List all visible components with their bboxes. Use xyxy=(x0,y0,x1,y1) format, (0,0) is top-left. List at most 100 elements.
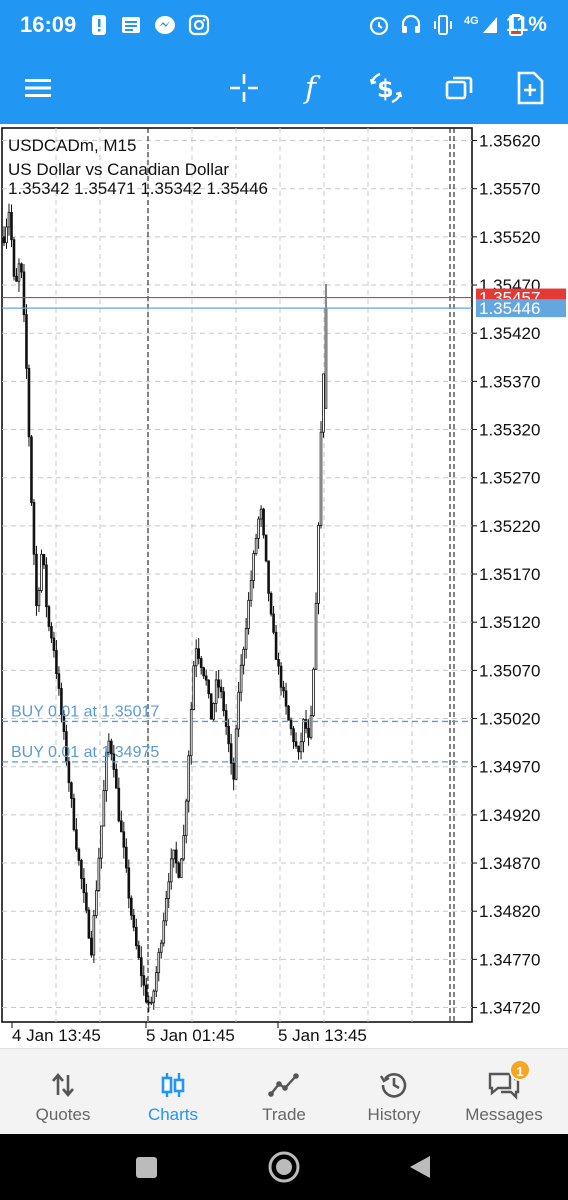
candle-body xyxy=(75,829,78,850)
candle-body xyxy=(294,741,298,747)
candle-body xyxy=(162,920,166,944)
chart-area[interactable]: 1.35620 1.35570 1.35520 1.35470 1.35420 1.353… xyxy=(0,124,568,1048)
nav-charts[interactable]: Charts xyxy=(118,1049,228,1135)
candle-body xyxy=(127,867,131,899)
history-icon xyxy=(379,1073,407,1098)
candle-body xyxy=(284,690,288,707)
candle-body xyxy=(132,914,136,928)
candle-body xyxy=(67,761,71,784)
alert-icon xyxy=(92,15,106,35)
candle-body xyxy=(194,648,198,667)
candle-body xyxy=(10,211,13,241)
candle-body xyxy=(115,769,118,789)
indicators-icon: f xyxy=(303,71,321,105)
candle-body xyxy=(40,554,43,591)
instagram-icon xyxy=(188,14,210,36)
chart-toolbar: f $ xyxy=(0,52,568,124)
candle-body xyxy=(192,665,196,710)
home-button[interactable] xyxy=(268,1151,300,1183)
back-icon xyxy=(410,1156,430,1178)
candle-body xyxy=(37,590,41,607)
candle-body xyxy=(282,686,285,692)
crosshair-button[interactable] xyxy=(224,68,264,108)
back-button[interactable] xyxy=(410,1156,430,1178)
candle-body xyxy=(257,518,260,539)
candle-body xyxy=(202,667,205,677)
candle-body xyxy=(212,703,215,720)
price-chart[interactable]: 1.356201.355701.355201.354701.354201.353… xyxy=(0,124,568,1048)
price-tick-label: 1.34770 xyxy=(479,950,540,969)
add-object-button[interactable] xyxy=(510,68,550,108)
price-tick-label: 1.35120 xyxy=(479,613,540,632)
candle-body xyxy=(222,691,225,711)
candle-body xyxy=(139,957,143,977)
candle-body xyxy=(57,673,61,689)
candle-body xyxy=(167,881,171,899)
vibrate-icon xyxy=(434,15,452,35)
candle-body xyxy=(217,679,220,688)
candle-body xyxy=(232,762,235,780)
recents-button[interactable] xyxy=(136,1157,157,1178)
candle-body xyxy=(85,892,88,911)
candle-body xyxy=(15,275,18,282)
candle-body xyxy=(95,890,98,916)
windows-icon xyxy=(445,76,473,100)
recents-icon xyxy=(136,1157,157,1178)
nav-history[interactable]: History xyxy=(339,1049,449,1135)
candle-body xyxy=(72,798,76,831)
price-tick-label: 1.35420 xyxy=(479,324,540,343)
windows-button[interactable] xyxy=(439,68,479,108)
candle-body xyxy=(307,727,310,738)
nav-quotes[interactable]: Quotes xyxy=(8,1049,118,1135)
candle-body xyxy=(322,373,325,433)
network-type: 4G xyxy=(464,15,479,27)
candle-body xyxy=(12,239,16,277)
svg-text:f: f xyxy=(303,71,321,105)
candle-body xyxy=(174,849,178,864)
candle-body xyxy=(87,909,91,939)
menu-icon xyxy=(25,79,51,97)
candle-body xyxy=(319,431,323,526)
trade-button[interactable]: $ xyxy=(366,68,406,108)
candle-body xyxy=(90,937,93,956)
candle-body xyxy=(52,637,56,651)
candle-body xyxy=(35,553,38,607)
price-tick-label: 1.35520 xyxy=(479,228,540,247)
candle-body xyxy=(279,665,283,688)
messenger-icon xyxy=(155,16,175,34)
nav-messages[interactable]: 1 Messages xyxy=(449,1049,559,1135)
nav-quotes-label: Quotes xyxy=(35,1105,91,1124)
battery-percent: 11% xyxy=(506,13,547,36)
candle-body xyxy=(179,858,183,878)
candle-body xyxy=(102,790,106,827)
candle-body xyxy=(259,508,263,520)
bottom-navigation: Quotes Charts Trade History 1 Messages xyxy=(0,1048,568,1134)
indicators-button[interactable]: f xyxy=(295,68,335,108)
candle-body xyxy=(169,858,173,883)
candle-body xyxy=(17,263,21,282)
headset-icon xyxy=(401,14,421,33)
candle-body xyxy=(324,307,328,409)
candle-body xyxy=(27,367,31,438)
candle-body xyxy=(199,658,203,669)
price-tick-label: 1.34720 xyxy=(479,999,540,1018)
menu-button[interactable] xyxy=(18,68,58,108)
candle-body xyxy=(120,820,123,833)
chart-symbol-timeframe: USDCADm, M15 xyxy=(8,136,137,155)
candle-body xyxy=(70,782,73,799)
candle-body xyxy=(182,835,186,860)
candle-body xyxy=(272,613,275,633)
candle-body xyxy=(159,942,163,953)
nav-trade[interactable]: Trade xyxy=(229,1049,339,1135)
price-tick-label: 1.35170 xyxy=(479,565,540,584)
candle-body xyxy=(80,859,83,879)
candle-body xyxy=(314,603,318,670)
candle-body xyxy=(264,534,268,562)
candle-body xyxy=(187,755,191,802)
quotes-icon xyxy=(52,1072,74,1098)
home-icon xyxy=(268,1151,300,1183)
svg-text:$: $ xyxy=(377,75,394,103)
candle-body xyxy=(224,710,228,727)
messages-badge: 1 xyxy=(509,1059,531,1081)
price-tick-label: 1.34920 xyxy=(479,806,540,825)
